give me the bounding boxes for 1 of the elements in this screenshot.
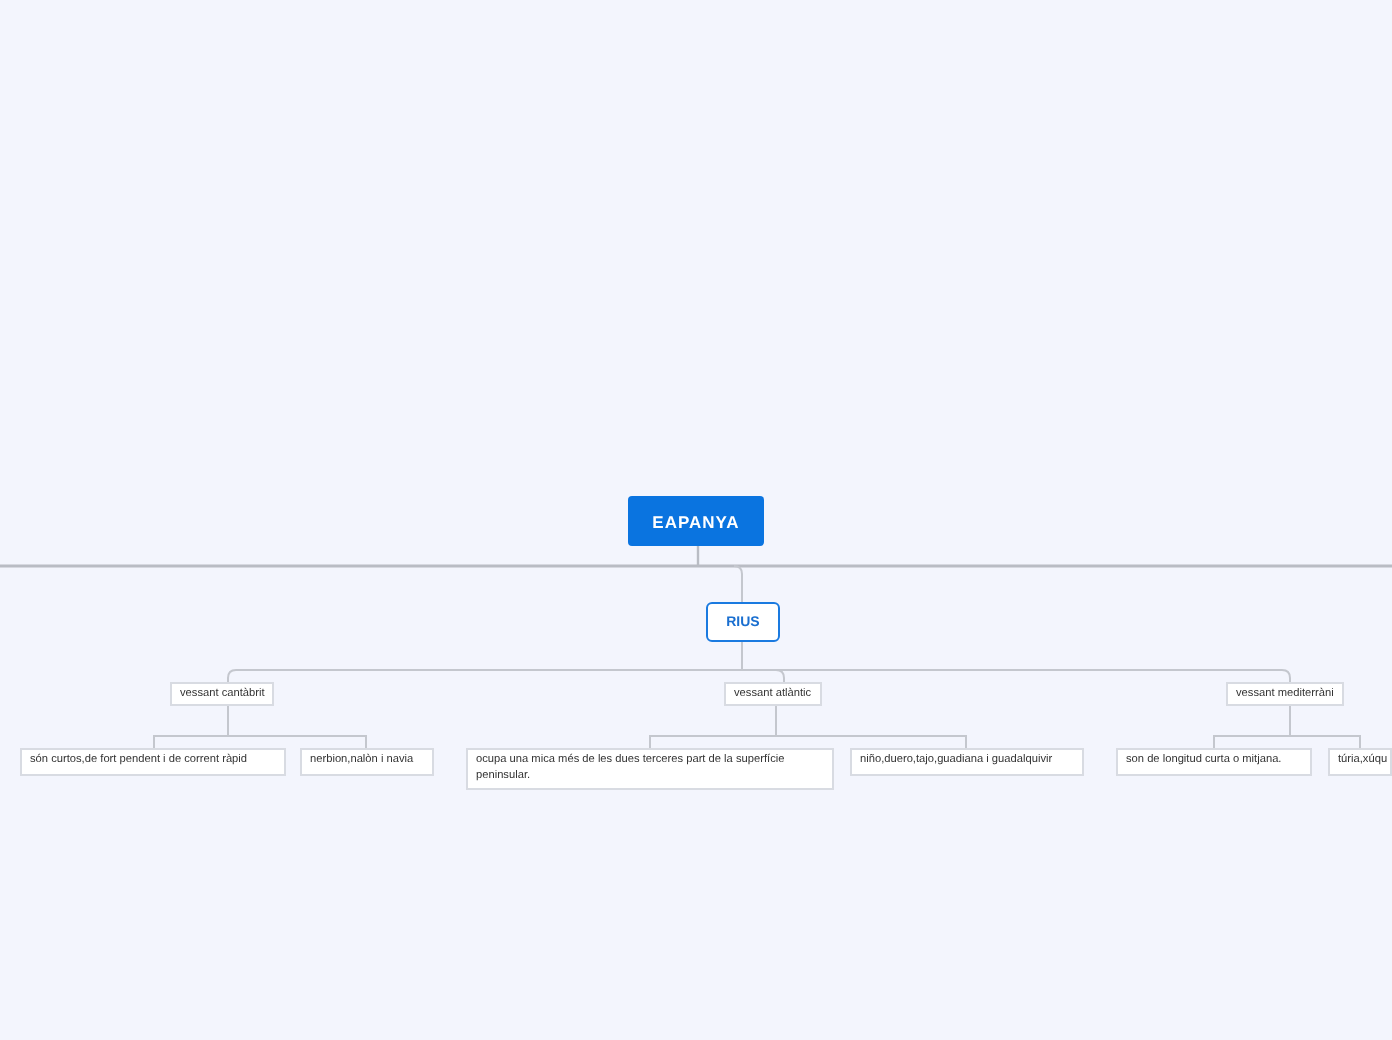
root-node[interactable]: EAPANYA	[628, 496, 764, 546]
